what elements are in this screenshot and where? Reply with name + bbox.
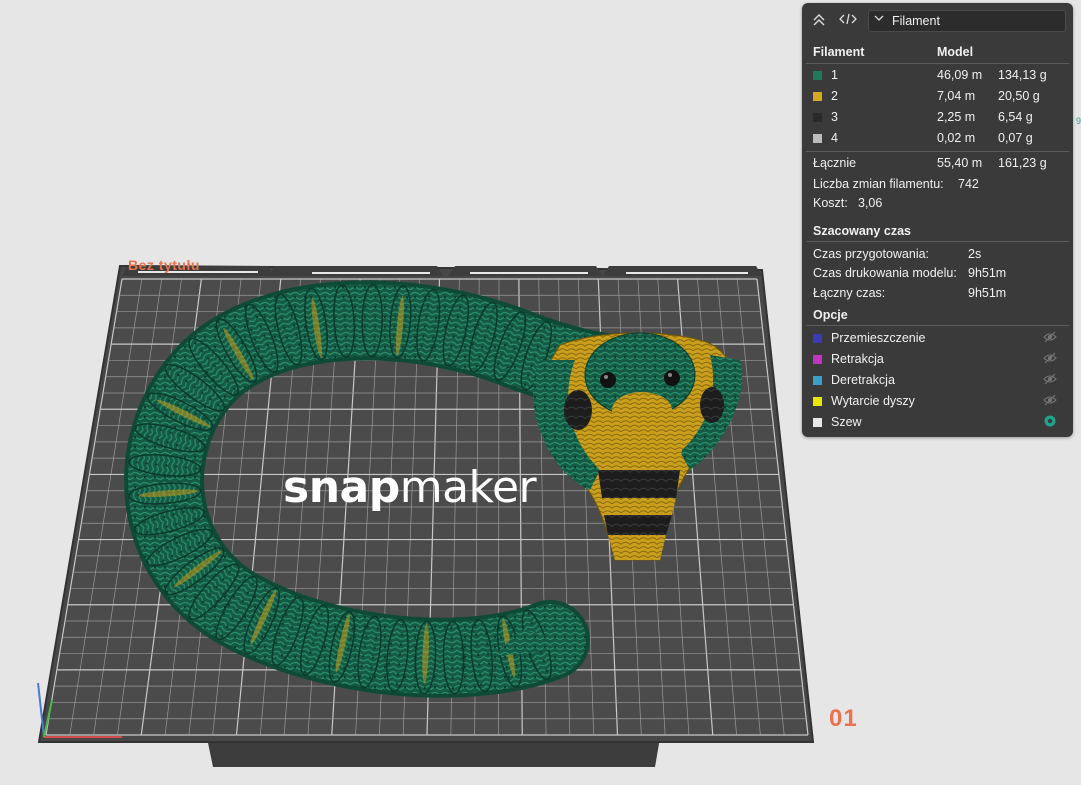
filament-weight: 0,07 g (998, 131, 1033, 145)
section-title: Opcje (813, 308, 848, 322)
section-title: Szacowany czas (813, 224, 911, 238)
filament-color-swatch (813, 113, 822, 122)
time-value: 2s (968, 247, 982, 261)
filament-index: 3 (831, 110, 838, 124)
collapse-icon[interactable] (810, 12, 828, 28)
eye-hidden-icon[interactable] (1043, 373, 1057, 385)
filament-weight: 6,54 g (998, 110, 1033, 124)
eye-hidden-icon[interactable] (1043, 352, 1057, 364)
cost-row: Koszt: 3,06 (802, 193, 1073, 213)
panel-header: Filament (802, 3, 1073, 37)
divider (806, 241, 1069, 242)
filament-weight: 20,50 g (998, 89, 1040, 103)
filament-row: 3 2,25 m 6,54 g (802, 107, 1073, 127)
filament-length: 7,04 m (937, 89, 976, 103)
changes-value: 742 (958, 177, 979, 191)
cost-label: Koszt: (813, 196, 848, 210)
filament-table-header: Filament Model (802, 42, 1073, 62)
time-value: 9h51m (968, 266, 1007, 280)
time-label: Łączny czas: (813, 286, 886, 300)
filament-weight: 134,13 g (998, 68, 1047, 82)
filament-row: 1 46,09 m 134,13 g (802, 65, 1073, 85)
time-row: Łączny czas: 9h51m (802, 283, 1073, 303)
option-row[interactable]: Retrakcja (802, 349, 1073, 369)
dropdown-value: Filament (892, 14, 940, 28)
divider (806, 325, 1069, 326)
filament-length: 0,02 m (937, 131, 976, 145)
time-section-header: Szacowany czas (802, 221, 1073, 241)
option-color-swatch (813, 334, 822, 343)
time-label: Czas przygotowania: (813, 247, 930, 261)
time-label: Czas drukowania modelu: (813, 266, 957, 280)
total-length: 55,40 m (937, 156, 983, 170)
cost-value: 3,06 (858, 196, 883, 210)
divider (806, 63, 1069, 64)
time-row: Czas drukowania modelu: 9h51m (802, 263, 1073, 283)
filament-color-swatch (813, 71, 822, 80)
header-model: Model (937, 45, 974, 59)
plate-number-label[interactable]: 01 (829, 705, 858, 733)
filament-index: 1 (831, 68, 838, 82)
total-row: Łącznie 55,40 m 161,23 g (802, 153, 1073, 173)
options-section-header: Opcje (802, 305, 1073, 325)
slice-info-panel: Filament Filament Model 1 46,09 m 134,13… (802, 3, 1073, 437)
option-color-swatch (813, 418, 822, 427)
option-color-swatch (813, 376, 822, 385)
view-type-dropdown[interactable]: Filament (868, 10, 1066, 32)
filament-changes-row: Liczba zmian filamentu: 742 (802, 174, 1073, 194)
filament-row: 2 7,04 m 20,50 g (802, 86, 1073, 106)
changes-label: Liczba zmian filamentu: (813, 177, 944, 191)
filament-index: 2 (831, 89, 838, 103)
filament-length: 2,25 m (937, 110, 976, 124)
total-label: Łącznie (813, 156, 857, 170)
option-label: Wytarcie dyszy (831, 394, 915, 408)
chevron-down-icon (874, 13, 884, 26)
option-row[interactable]: Szew (802, 412, 1073, 432)
option-label: Deretrakcja (831, 373, 895, 387)
time-row: Czas przygotowania: 2s (802, 244, 1073, 264)
option-label: Przemieszczenie (831, 331, 926, 345)
filament-row: 4 0,02 m 0,07 g (802, 128, 1073, 148)
eye-visible-icon[interactable] (1043, 415, 1057, 427)
divider (806, 151, 1069, 152)
time-value: 9h51m (968, 286, 1007, 300)
option-row[interactable]: Przemieszczenie (802, 328, 1073, 348)
filament-color-swatch (813, 134, 822, 143)
eye-hidden-icon[interactable] (1043, 394, 1057, 406)
header-filament: Filament (813, 45, 865, 59)
plate-name-label[interactable]: Bez tytułu (128, 257, 200, 273)
option-color-swatch (813, 355, 822, 364)
filament-color-swatch (813, 92, 822, 101)
option-label: Retrakcja (831, 352, 884, 366)
bed-brand-logo: snapmaker (283, 462, 537, 513)
edge-mark: 9 (1076, 116, 1081, 126)
option-color-swatch (813, 397, 822, 406)
eye-hidden-icon[interactable] (1043, 331, 1057, 343)
option-row[interactable]: Deretrakcja (802, 370, 1073, 390)
option-row[interactable]: Wytarcie dyszy (802, 391, 1073, 411)
filament-index: 4 (831, 131, 838, 145)
filament-length: 46,09 m (937, 68, 983, 82)
total-weight: 161,23 g (998, 156, 1047, 170)
code-icon[interactable] (839, 12, 857, 28)
option-label: Szew (831, 415, 862, 429)
